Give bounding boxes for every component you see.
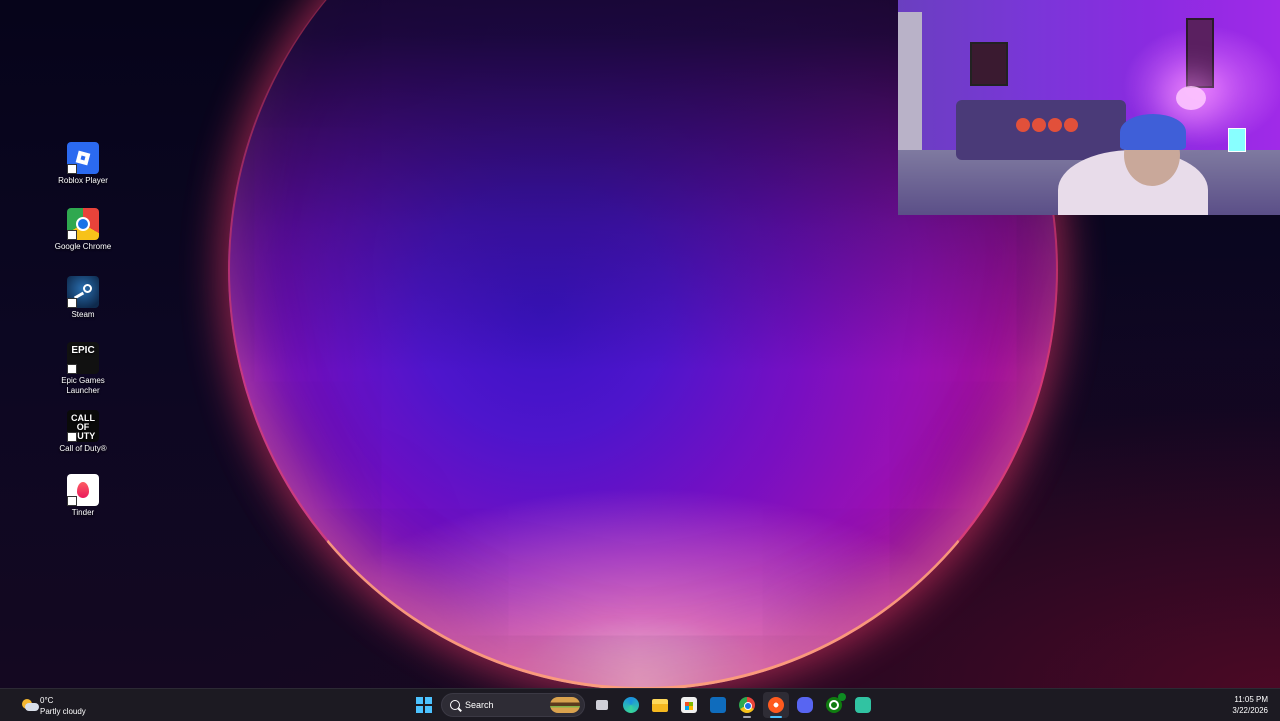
- call-of-duty-icon: CALL OF DUTY: [67, 410, 99, 442]
- clock-time: 11:05 PM: [1234, 695, 1268, 704]
- taskbar-app-chrome[interactable]: [734, 692, 760, 718]
- webcam-person-cap: [1120, 114, 1186, 150]
- taskbar-app-streamlabs[interactable]: [850, 692, 876, 718]
- windows-start-icon: [416, 697, 432, 713]
- epic-games-logo-text: EPIC: [71, 345, 95, 356]
- taskbar-app-outlook[interactable]: [705, 692, 731, 718]
- webcam-pillow: [1016, 118, 1030, 132]
- desktop-icon-roblox-player[interactable]: Roblox Player: [50, 142, 116, 186]
- desktop-icon-call-of-duty[interactable]: CALL OF DUTY Call of Duty®: [50, 410, 116, 454]
- desktop-icon-epic-games[interactable]: EPIC Epic Games Launcher: [50, 342, 116, 396]
- taskbar-app-xbox[interactable]: [821, 692, 847, 718]
- desktop-icon-label: Google Chrome: [54, 242, 112, 251]
- shortcut-arrow-icon: [67, 432, 77, 442]
- chrome-icon: [67, 208, 99, 240]
- webcam-pillow: [1048, 118, 1062, 132]
- streamlabs-icon: [855, 697, 871, 713]
- weather-widget[interactable]: 0°C Partly cloudy: [18, 694, 118, 718]
- clock-date: 3/22/2026: [1232, 706, 1268, 715]
- webcam-picture-frame: [970, 42, 1008, 86]
- taskbar-search-box[interactable]: Search: [441, 693, 585, 717]
- shortcut-arrow-icon: [67, 164, 77, 174]
- epic-games-icon: EPIC: [67, 342, 99, 374]
- desktop-icon-steam[interactable]: Steam: [50, 276, 116, 320]
- task-view-icon: [596, 700, 608, 710]
- tinder-icon: [67, 474, 99, 506]
- webcam-lamp: [1176, 86, 1206, 110]
- taskbar: 0°C Partly cloudy Search 11:05 PM 3/22/2…: [0, 688, 1280, 721]
- webcam-pillow: [1032, 118, 1046, 132]
- running-indicator: [743, 716, 751, 718]
- desktop-icon-label: Tinder: [71, 508, 95, 517]
- taskbar-app-edge[interactable]: [618, 692, 644, 718]
- folder-icon: [652, 699, 668, 712]
- taskbar-app-microsoft-store[interactable]: [676, 692, 702, 718]
- desktop-icon-label: Call of Duty®: [59, 444, 107, 453]
- search-placeholder: Search: [465, 700, 494, 710]
- partly-cloudy-icon: [20, 699, 39, 711]
- desktop-icon-label: Epic Games Launcher: [61, 376, 105, 395]
- search-icon: [450, 700, 460, 710]
- desktop-icon-google-chrome[interactable]: Google Chrome: [50, 208, 116, 252]
- weather-condition: Partly cloudy: [40, 707, 86, 716]
- store-icon: [681, 697, 697, 713]
- chrome-icon: [739, 697, 755, 713]
- desktop-icon-tinder[interactable]: Tinder: [50, 474, 116, 518]
- webcam-overlay: [898, 0, 1280, 215]
- shortcut-arrow-icon: [67, 230, 77, 240]
- task-view-button[interactable]: [589, 692, 615, 718]
- taskbar-app-file-explorer[interactable]: [647, 692, 673, 718]
- outlook-icon: [710, 697, 726, 713]
- system-clock[interactable]: 11:05 PM 3/22/2026: [1232, 694, 1268, 716]
- shortcut-arrow-icon: [67, 496, 77, 506]
- shortcut-arrow-icon: [67, 298, 77, 308]
- discord-icon: [797, 697, 813, 713]
- ubisoft-icon: [768, 697, 784, 713]
- steam-icon: [67, 276, 99, 308]
- roblox-icon: [67, 142, 99, 174]
- weather-temperature: 0°C: [40, 696, 54, 705]
- search-highlight-icon: [550, 697, 580, 713]
- start-button[interactable]: [411, 692, 437, 718]
- shortcut-arrow-icon: [67, 364, 77, 374]
- active-indicator: [770, 716, 782, 718]
- taskbar-app-ubisoft[interactable]: [763, 692, 789, 718]
- webcam-picture-frame: [1186, 18, 1214, 88]
- edge-icon: [623, 697, 639, 713]
- webcam-device-screen: [1228, 128, 1246, 152]
- desktop-icon-label: Roblox Player: [58, 176, 108, 185]
- notification-badge: [838, 693, 846, 701]
- webcam-door: [898, 12, 922, 162]
- taskbar-app-discord[interactable]: [792, 692, 818, 718]
- webcam-pillow: [1064, 118, 1078, 132]
- desktop-icon-label: Steam: [71, 310, 95, 319]
